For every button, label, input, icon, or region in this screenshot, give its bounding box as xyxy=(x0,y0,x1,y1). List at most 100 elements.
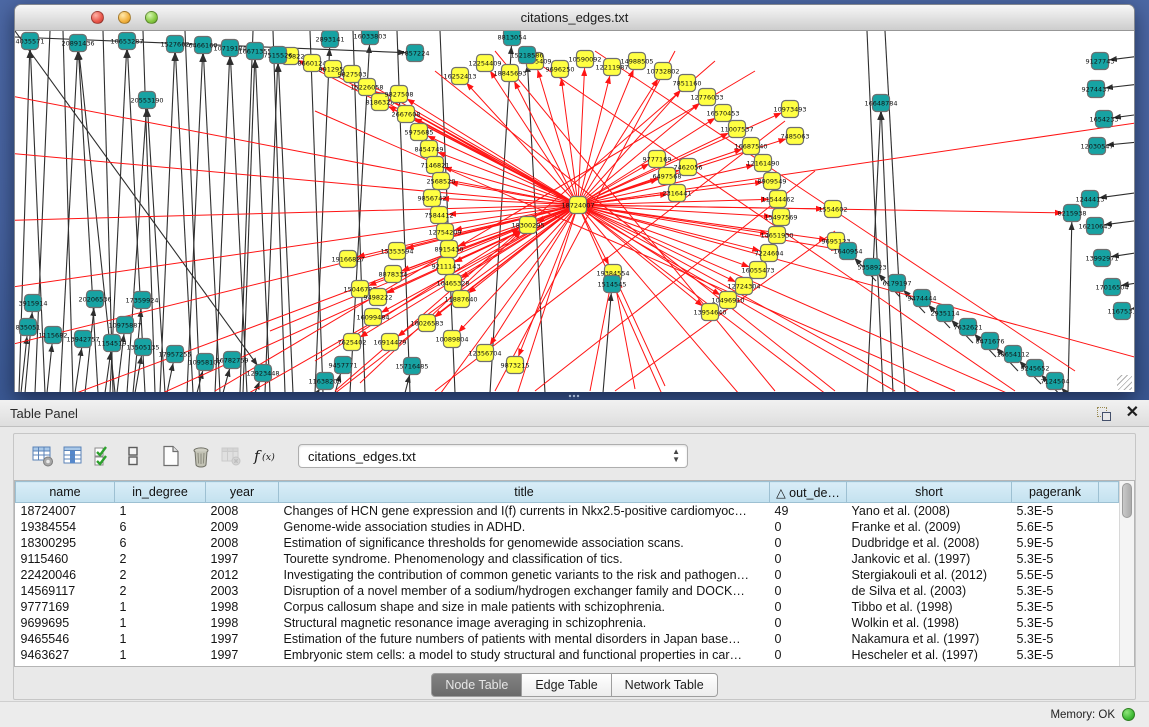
column-header-pagerank[interactable]: pagerank xyxy=(1012,482,1099,503)
graph-node[interactable]: 16570453 xyxy=(706,105,739,122)
network-view[interactable]: 1872400718300295193845541625241312254409… xyxy=(15,31,1134,392)
graph-node[interactable]: 12356704 xyxy=(468,345,501,362)
graph-node[interactable]: 1167531 xyxy=(1108,303,1134,320)
graph-node[interactable]: 20891436 xyxy=(61,35,94,52)
function-builder-button[interactable]: f (x) xyxy=(252,442,282,470)
graph-node[interactable]: 10973493 xyxy=(773,101,806,118)
minimize-window-button[interactable] xyxy=(118,11,131,24)
graph-node[interactable]: 16055473 xyxy=(741,262,774,279)
delete-rows-button[interactable] xyxy=(186,442,216,470)
column-header-name[interactable]: name xyxy=(16,482,115,503)
graph-node[interactable]: 5358923 xyxy=(858,259,887,276)
graph-node[interactable]: 10653287 xyxy=(110,33,143,50)
close-window-button[interactable] xyxy=(91,11,104,24)
column-header-in_degree[interactable]: in_degree xyxy=(115,482,206,503)
graph-node[interactable]: 9274437 xyxy=(1082,81,1111,98)
graph-node[interactable]: 13992971 xyxy=(1085,250,1118,267)
table-row[interactable]: 911546021997Tourette syndrome. Phenomeno… xyxy=(16,551,1119,567)
float-panel-icon[interactable] xyxy=(1096,406,1112,421)
graph-node[interactable]: 7857224 xyxy=(401,45,430,62)
graph-node[interactable]: 7124504 xyxy=(1041,373,1070,390)
table-row[interactable]: 946362711997Embryonic stem cells: a mode… xyxy=(16,647,1119,663)
tab-node-table[interactable]: Node Table xyxy=(431,673,522,697)
window-resize-grip[interactable] xyxy=(1117,375,1132,390)
tab-edge-table[interactable]: Edge Table xyxy=(522,673,611,697)
graph-node[interactable]: 8813054 xyxy=(498,31,527,46)
graph-node[interactable]: 17359924 xyxy=(125,292,158,309)
graph-node[interactable]: 9474444 xyxy=(908,290,937,307)
graph-node[interactable]: 1654233 xyxy=(1090,111,1119,128)
table-row[interactable]: 1456911722003Disruption of a novel membe… xyxy=(16,583,1119,599)
tab-network-table[interactable]: Network Table xyxy=(612,673,718,697)
graph-node[interactable]: 2935114 xyxy=(931,305,960,322)
graph-node[interactable]: 16210643 xyxy=(1078,218,1111,235)
graph-node[interactable]: 9127743 xyxy=(1086,53,1115,70)
table-row[interactable]: 1938455462009Genome-wide association stu… xyxy=(16,519,1119,535)
network-window-titlebar[interactable]: citations_edges.txt xyxy=(15,5,1134,31)
graph-node[interactable]: 12161490 xyxy=(746,155,779,172)
graph-node[interactable]: 16914479 xyxy=(373,334,406,351)
show-columns-button[interactable] xyxy=(58,442,88,470)
table-row[interactable]: 946554611997Estimation of the future num… xyxy=(16,631,1119,647)
graph-node[interactable]: 9457771 xyxy=(329,357,358,374)
graph-node[interactable]: 4035571 xyxy=(16,33,45,50)
graph-node[interactable]: 7485063 xyxy=(781,128,810,145)
graph-node[interactable]: 8915430 xyxy=(435,241,464,258)
column-header-short[interactable]: short xyxy=(847,482,1012,503)
table-row[interactable]: 1872400712008Changes of HCN gene express… xyxy=(16,503,1119,520)
svg-text:8471676: 8471676 xyxy=(976,337,1005,345)
graph-node[interactable]: 16033803 xyxy=(353,31,386,45)
graph-node[interactable]: 13505135 xyxy=(126,339,159,356)
column-header-title[interactable]: title xyxy=(279,482,770,503)
graph-node[interactable]: 9856742 xyxy=(418,190,447,207)
memory-status-indicator[interactable] xyxy=(1122,708,1135,721)
graph-node[interactable]: 10089804 xyxy=(435,331,468,348)
delete-table-button[interactable] xyxy=(216,442,246,470)
close-panel-icon[interactable]: ✕ xyxy=(1126,405,1139,421)
graph-node[interactable]: 2893141 xyxy=(316,31,345,48)
column-header-out_degree[interactable]: △ out_de… xyxy=(770,482,847,503)
table-scrollbar-thumb[interactable] xyxy=(1122,483,1132,518)
select-columns-button[interactable] xyxy=(88,442,118,470)
table-scrollbar[interactable] xyxy=(1119,481,1134,666)
graph-node[interactable]: 835051 xyxy=(16,319,41,336)
zoom-window-button[interactable] xyxy=(145,11,158,24)
table-settings-button[interactable] xyxy=(28,442,58,470)
panel-splitter-handle[interactable] xyxy=(568,394,580,399)
graph-node[interactable]: 9245652 xyxy=(1021,360,1050,377)
graph-node[interactable]: 3915914 xyxy=(19,295,48,312)
graph-node[interactable]: 10654112 xyxy=(996,346,1029,363)
graph-node[interactable]: 10465328 xyxy=(436,275,469,292)
graph-node[interactable]: 2316441 xyxy=(663,185,692,202)
graph-node[interactable]: 7224604 xyxy=(755,245,784,262)
table-row[interactable]: 2242004622012Investigating the contribut… xyxy=(16,567,1119,583)
table-row[interactable]: 969969511998Structural magnetic resonanc… xyxy=(16,615,1119,631)
graph-node[interactable]: 12776033 xyxy=(690,89,723,106)
graph-node[interactable]: 7632621 xyxy=(954,319,983,336)
new-table-button[interactable] xyxy=(156,442,186,470)
graph-node[interactable]: 15497569 xyxy=(764,209,797,226)
table-row[interactable]: 977716911998Corpus callosum shape and si… xyxy=(16,599,1119,615)
graph-node[interactable]: 17016504 xyxy=(1095,279,1128,296)
graph-edge xyxy=(867,112,881,392)
graph-node[interactable]: 11544462 xyxy=(761,191,794,208)
graph-node[interactable]: 16687540 xyxy=(734,138,767,155)
graph-edge xyxy=(1061,388,1083,392)
graph-node[interactable]: 20206536 xyxy=(78,291,111,308)
graph-node[interactable]: 2568520 xyxy=(427,173,456,190)
graph-node[interactable]: 8215938 xyxy=(1058,205,1087,222)
graph-node[interactable]: 8454749 xyxy=(415,141,444,158)
table-row[interactable]: 1830029562008Estimation of significance … xyxy=(16,535,1119,551)
column-header-year[interactable]: year xyxy=(206,482,279,503)
graph-node[interactable]: 8471676 xyxy=(976,333,1005,350)
graph-node[interactable]: 16026583 xyxy=(410,315,443,332)
graph-node[interactable]: 15716485 xyxy=(395,358,428,375)
row-options-button[interactable] xyxy=(118,442,148,470)
network-canvas[interactable]: 1872400718300295193845541625241312254409… xyxy=(15,31,1134,392)
graph-node[interactable]: 20553190 xyxy=(130,92,163,109)
graph-node[interactable]: 1514545 xyxy=(598,276,627,293)
graph-node[interactable]: 12030547 xyxy=(1080,138,1113,155)
dropdown-stepper-icon: ▲▼ xyxy=(672,448,680,464)
table-selector-dropdown[interactable]: citations_edges.txt ▲▼ xyxy=(298,444,688,468)
graph-node[interactable]: 1244413 xyxy=(1076,191,1105,208)
